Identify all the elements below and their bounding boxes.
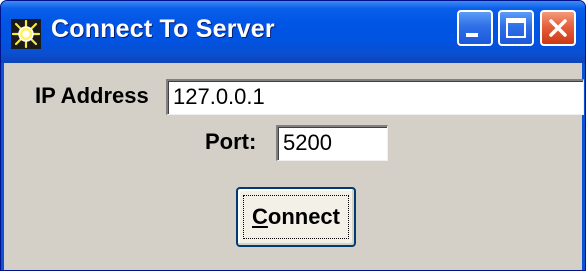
connect-to-server-window: Connect To Server IP Address 127.0.0.1 P… bbox=[0, 0, 586, 271]
connect-button-label-rest: onnect bbox=[267, 204, 340, 229]
close-icon bbox=[549, 19, 567, 37]
connect-button-label: Connect bbox=[238, 204, 354, 230]
connect-button[interactable]: Connect bbox=[236, 187, 356, 247]
title-bar[interactable]: Connect To Server bbox=[1, 1, 585, 63]
ip-address-label: IP Address bbox=[35, 83, 149, 108]
dialog-body: IP Address 127.0.0.1 Port: 5200 Connect bbox=[4, 63, 584, 270]
connect-button-mnemonic: C bbox=[251, 204, 268, 229]
minimize-button[interactable] bbox=[457, 10, 493, 46]
ip-address-field[interactable]: 127.0.0.1 bbox=[166, 79, 584, 115]
port-label: Port: bbox=[205, 129, 257, 154]
minimize-icon bbox=[466, 33, 478, 37]
maximize-button[interactable] bbox=[498, 10, 534, 46]
port-field[interactable]: 5200 bbox=[276, 125, 388, 161]
window-title: Connect To Server bbox=[51, 15, 275, 43]
close-button[interactable] bbox=[540, 10, 576, 46]
maximize-icon bbox=[506, 18, 526, 38]
sun-burst-icon bbox=[11, 19, 41, 49]
